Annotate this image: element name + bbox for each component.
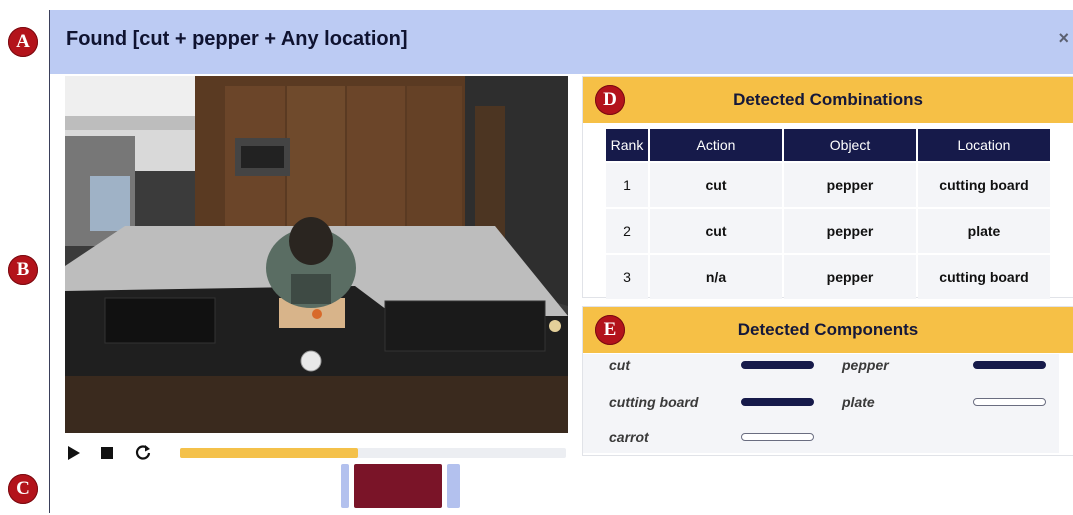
component-indicator — [741, 433, 814, 441]
combinations-table: Rank Action Object Location 1 cut pepper… — [604, 127, 1052, 301]
video-frame[interactable] — [65, 76, 568, 433]
component-indicator — [741, 361, 814, 369]
action-cell: cut — [650, 209, 782, 253]
location-cell: cutting board — [918, 163, 1050, 207]
stop-icon[interactable] — [98, 442, 116, 464]
dialog-title: Found [cut + pepper + Any location] — [66, 28, 408, 50]
column-header-action: Action — [650, 129, 782, 161]
marker-e: E — [595, 315, 625, 345]
playback-progress-fill — [180, 448, 358, 458]
table-row[interactable]: 3 n/a pepper cutting board — [606, 255, 1050, 299]
restart-icon[interactable] — [132, 442, 154, 464]
playback-progress-bar[interactable] — [180, 448, 566, 458]
close-icon[interactable]: × — [1058, 28, 1069, 49]
location-cell: cutting board — [918, 255, 1050, 299]
column-header-object: Object — [784, 129, 916, 161]
component-indicator — [973, 398, 1046, 406]
player-controls — [65, 442, 568, 464]
component-label: cutting board — [609, 394, 699, 410]
combinations-header: D Detected Combinations — [583, 77, 1073, 123]
rank-cell: 1 — [606, 163, 648, 207]
component-label: pepper — [842, 357, 889, 373]
object-cell: pepper — [784, 163, 916, 207]
action-cell: cut — [650, 163, 782, 207]
components-header: E Detected Components — [583, 307, 1073, 353]
component-label: cut — [609, 357, 630, 373]
clip-left-handle[interactable] — [341, 464, 349, 508]
table-row[interactable]: 1 cut pepper cutting board — [606, 163, 1050, 207]
column-header-location: Location — [918, 129, 1050, 161]
column-header-rank: Rank — [606, 129, 648, 161]
clip-selector[interactable] — [341, 464, 461, 515]
rank-cell: 2 — [606, 209, 648, 253]
clip-segment[interactable] — [354, 464, 442, 508]
marker-c: C — [8, 474, 38, 504]
component-indicator — [973, 361, 1046, 369]
marker-b: B — [8, 255, 38, 285]
components-list: cut pepper cutting board plate carrot — [583, 354, 1059, 453]
rank-cell: 3 — [606, 255, 648, 299]
table-row[interactable]: 2 cut pepper plate — [606, 209, 1050, 253]
clip-right-handle[interactable] — [447, 464, 460, 508]
dialog-header: Found [cut + pepper + Any location] × — [50, 10, 1073, 74]
marker-a: A — [8, 27, 38, 57]
location-cell: plate — [918, 209, 1050, 253]
combinations-title: Detected Combinations — [733, 90, 923, 109]
play-icon[interactable] — [65, 442, 83, 464]
object-cell: pepper — [784, 255, 916, 299]
object-cell: pepper — [784, 209, 916, 253]
component-indicator — [741, 398, 814, 406]
components-title: Detected Components — [737, 320, 919, 339]
components-panel: E Detected Components cut pepper cutting… — [582, 306, 1073, 456]
combinations-panel: D Detected Combinations Rank Action Obje… — [582, 76, 1073, 301]
component-label: carrot — [609, 429, 649, 445]
kitchen-scene-image — [65, 76, 568, 433]
result-dialog: Found [cut + pepper + Any location] × D … — [50, 10, 1073, 513]
action-cell: n/a — [650, 255, 782, 299]
marker-d: D — [595, 85, 625, 115]
component-label: plate — [842, 394, 875, 410]
